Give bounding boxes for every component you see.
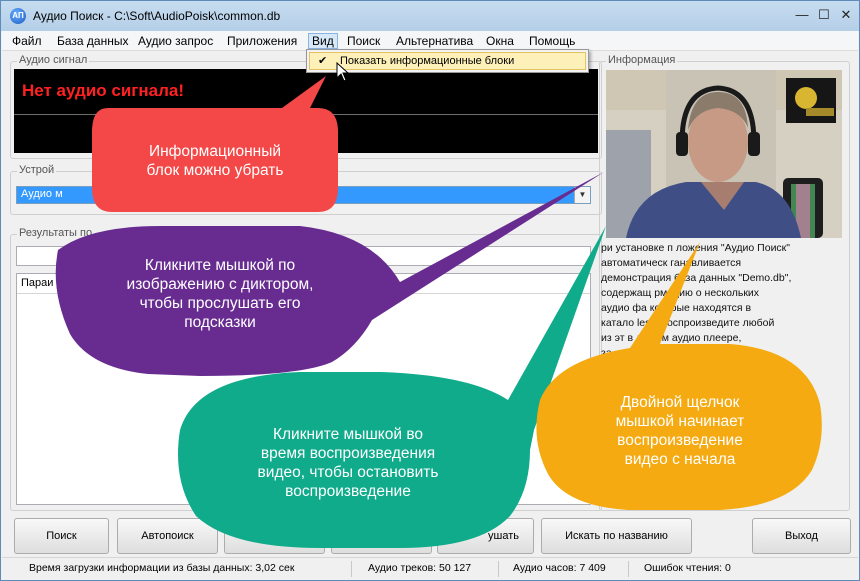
callout-line: Информационный (148, 143, 282, 160)
mouse-cursor-icon (336, 62, 350, 82)
callout-line: Двойной щелчок (620, 394, 740, 411)
callout-line: блок можно убрать (146, 162, 284, 179)
callout-line: изображению с диктором, (126, 276, 314, 293)
callout-line: воспроизведение (617, 432, 743, 449)
callout-line: чтобы прослушать его (139, 295, 301, 312)
purple-callout-text: Кликните мышкой по изображению с дикторо… (90, 256, 350, 332)
callout-line: воспроизведение (285, 483, 411, 500)
callout-line: видео, чтобы остановить (257, 464, 439, 481)
green-callout-text: Кликните мышкой во время воспроизведения… (218, 425, 478, 501)
callout-line: Кликните мышкой во (272, 426, 424, 443)
orange-callout-text: Двойной щелчок мышкой начинает воспроизв… (570, 393, 790, 469)
callout-line: Кликните мышкой по (144, 257, 296, 274)
callout-line: видео с начала (624, 451, 736, 468)
callout-line: время воспроизведения (260, 445, 436, 462)
red-callout-text: Информационный блок можно убрать (92, 142, 338, 180)
callout-line: подсказки (184, 314, 256, 331)
callout-line: мышкой начинает (615, 413, 745, 430)
